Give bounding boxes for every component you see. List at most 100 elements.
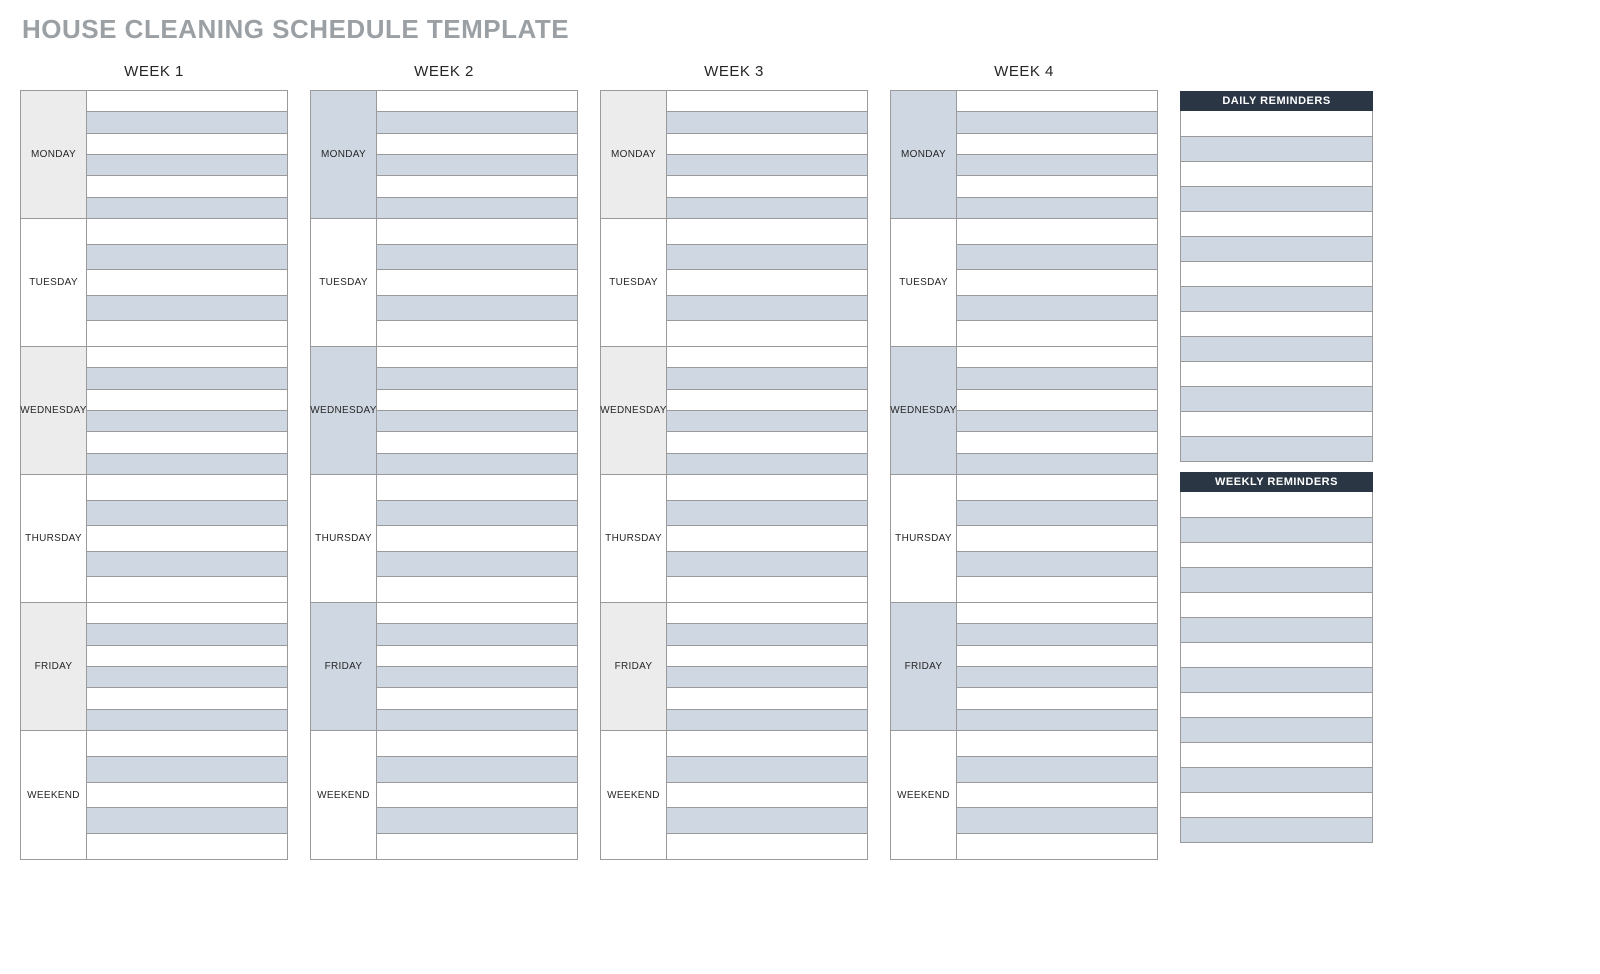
reminder-row[interactable] (1181, 236, 1372, 261)
task-slot[interactable] (87, 834, 287, 859)
task-slot[interactable] (957, 603, 1157, 624)
task-slot[interactable] (957, 757, 1157, 783)
task-slot[interactable] (667, 134, 867, 155)
task-slot[interactable] (667, 454, 867, 474)
task-slot[interactable] (87, 321, 287, 346)
task-slot[interactable] (667, 757, 867, 783)
task-slot[interactable] (377, 808, 577, 834)
task-slot[interactable] (87, 646, 287, 667)
task-slot[interactable] (377, 667, 577, 688)
task-slot[interactable] (377, 321, 577, 346)
task-slot[interactable] (87, 552, 287, 578)
task-slot[interactable] (377, 432, 577, 453)
task-slot[interactable] (87, 757, 287, 783)
task-slot[interactable] (667, 710, 867, 730)
task-slot[interactable] (667, 112, 867, 133)
task-slot[interactable] (667, 91, 867, 112)
reminder-row[interactable] (1181, 742, 1372, 767)
task-slot[interactable] (957, 646, 1157, 667)
reminder-row[interactable] (1181, 717, 1372, 742)
reminder-row[interactable] (1181, 261, 1372, 286)
task-slot[interactable] (377, 112, 577, 133)
task-slot[interactable] (377, 296, 577, 322)
task-slot[interactable] (957, 155, 1157, 176)
task-slot[interactable] (957, 390, 1157, 411)
reminder-row[interactable] (1181, 161, 1372, 186)
task-slot[interactable] (957, 347, 1157, 368)
reminder-row[interactable] (1181, 411, 1372, 436)
task-slot[interactable] (957, 688, 1157, 709)
task-slot[interactable] (957, 368, 1157, 389)
task-slot[interactable] (87, 347, 287, 368)
reminder-row[interactable] (1181, 667, 1372, 692)
task-slot[interactable] (377, 552, 577, 578)
reminder-row[interactable] (1181, 567, 1372, 592)
task-slot[interactable] (377, 390, 577, 411)
task-slot[interactable] (957, 501, 1157, 527)
task-slot[interactable] (667, 688, 867, 709)
task-slot[interactable] (377, 710, 577, 730)
task-slot[interactable] (87, 624, 287, 645)
task-slot[interactable] (87, 577, 287, 602)
task-slot[interactable] (957, 134, 1157, 155)
task-slot[interactable] (87, 411, 287, 432)
task-slot[interactable] (377, 834, 577, 859)
reminder-row[interactable] (1181, 111, 1372, 136)
task-slot[interactable] (667, 731, 867, 757)
task-slot[interactable] (667, 245, 867, 271)
task-slot[interactable] (957, 321, 1157, 346)
task-slot[interactable] (667, 501, 867, 527)
task-slot[interactable] (377, 526, 577, 552)
task-slot[interactable] (957, 834, 1157, 859)
task-slot[interactable] (377, 134, 577, 155)
task-slot[interactable] (667, 667, 867, 688)
task-slot[interactable] (87, 390, 287, 411)
task-slot[interactable] (667, 432, 867, 453)
task-slot[interactable] (377, 646, 577, 667)
reminder-row[interactable] (1181, 286, 1372, 311)
reminder-row[interactable] (1181, 767, 1372, 792)
task-slot[interactable] (87, 808, 287, 834)
reminder-row[interactable] (1181, 211, 1372, 236)
task-slot[interactable] (87, 688, 287, 709)
task-slot[interactable] (87, 368, 287, 389)
task-slot[interactable] (87, 501, 287, 527)
task-slot[interactable] (667, 411, 867, 432)
task-slot[interactable] (957, 783, 1157, 809)
task-slot[interactable] (377, 454, 577, 474)
task-slot[interactable] (87, 603, 287, 624)
task-slot[interactable] (957, 731, 1157, 757)
task-slot[interactable] (957, 667, 1157, 688)
task-slot[interactable] (87, 245, 287, 271)
task-slot[interactable] (957, 526, 1157, 552)
task-slot[interactable] (957, 270, 1157, 296)
task-slot[interactable] (377, 411, 577, 432)
task-slot[interactable] (957, 198, 1157, 218)
task-slot[interactable] (87, 198, 287, 218)
reminder-row[interactable] (1181, 692, 1372, 717)
task-slot[interactable] (87, 667, 287, 688)
task-slot[interactable] (377, 688, 577, 709)
task-slot[interactable] (667, 783, 867, 809)
task-slot[interactable] (87, 219, 287, 245)
reminder-row[interactable] (1181, 186, 1372, 211)
reminder-row[interactable] (1181, 792, 1372, 817)
task-slot[interactable] (667, 176, 867, 197)
reminder-row[interactable] (1181, 361, 1372, 386)
reminder-row[interactable] (1181, 136, 1372, 161)
task-slot[interactable] (957, 112, 1157, 133)
task-slot[interactable] (87, 731, 287, 757)
task-slot[interactable] (667, 155, 867, 176)
task-slot[interactable] (87, 112, 287, 133)
task-slot[interactable] (87, 432, 287, 453)
task-slot[interactable] (957, 552, 1157, 578)
task-slot[interactable] (87, 475, 287, 501)
task-slot[interactable] (377, 783, 577, 809)
reminder-row[interactable] (1181, 542, 1372, 567)
task-slot[interactable] (377, 176, 577, 197)
reminder-row[interactable] (1181, 436, 1372, 461)
task-slot[interactable] (667, 552, 867, 578)
task-slot[interactable] (957, 624, 1157, 645)
task-slot[interactable] (87, 296, 287, 322)
reminder-row[interactable] (1181, 311, 1372, 336)
